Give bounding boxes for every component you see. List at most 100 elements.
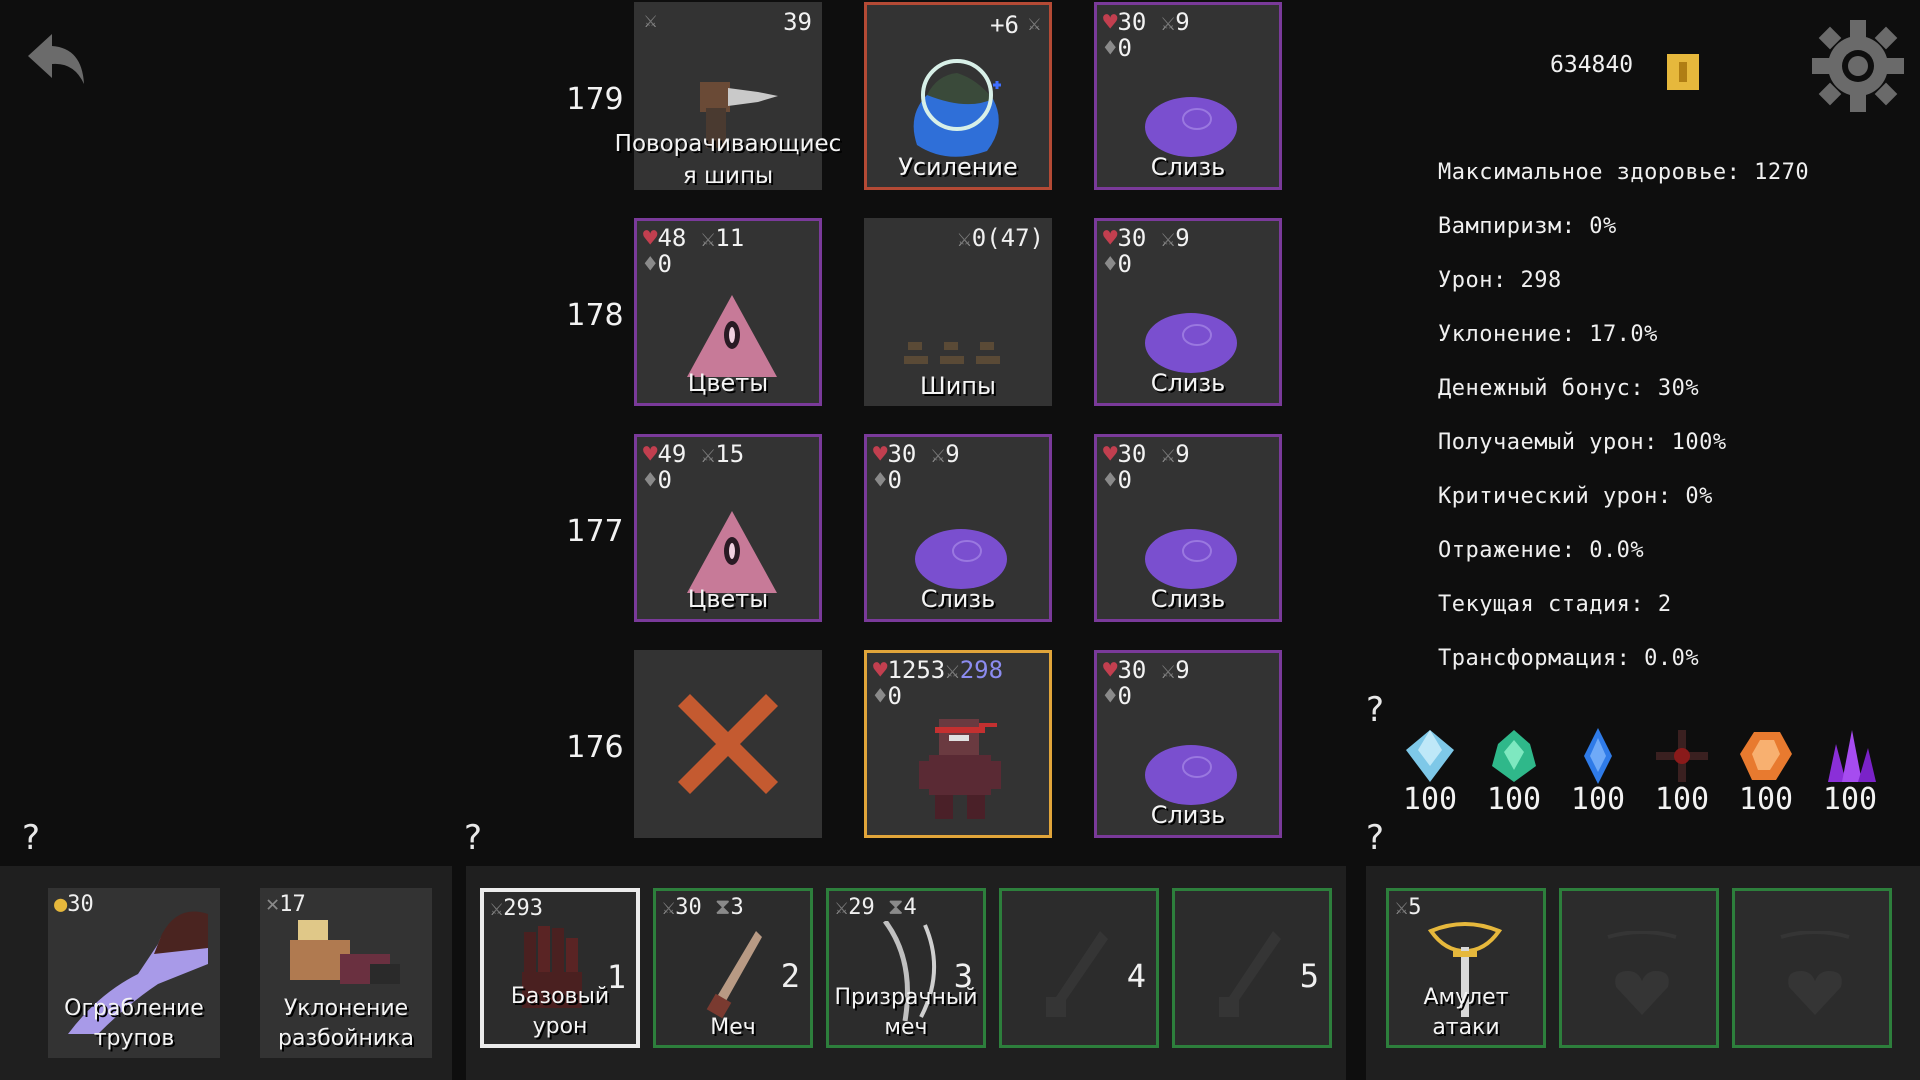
skill-rogue-dodge[interactable]: ✕17 Уклонение разбойника — [260, 888, 432, 1058]
heart-icon: ♥ — [873, 656, 888, 684]
gem-count: 100 — [1738, 782, 1794, 817]
help-button[interactable]: ? — [1366, 690, 1384, 730]
enemy-stats: ♥49 ⚔15 — [643, 440, 745, 468]
cell-label: Цветы — [687, 369, 769, 397]
cell-value: ⚔0(47) — [957, 224, 1044, 252]
shield-icon: ♦ — [1103, 682, 1118, 710]
cell-slime[interactable]: ♥30 ⚔9 ♦0 Слизь — [1094, 650, 1282, 838]
cell-cleared[interactable] — [634, 650, 822, 838]
shield-icon: ♦ — [873, 682, 888, 710]
slot-number: 5 — [1299, 957, 1319, 995]
enemy-defense: ♦0 — [1103, 34, 1132, 62]
sword-icon: ⚔ — [1160, 224, 1176, 252]
enemy-defense: ♦0 — [643, 466, 672, 494]
stat-vampirism: Вампиризм: 0% — [1438, 214, 1617, 239]
cell-boost[interactable]: +6 ⚔ Усиление — [864, 2, 1052, 190]
amulet-label: Амулет атаки — [1423, 985, 1509, 1040]
enemy-stats: ♥30 ⚔9 — [1103, 8, 1190, 36]
sword-icon: ⚔ — [1027, 11, 1041, 36]
cell-rotating-spikes[interactable]: ⚔ 39 Поворачивающиеся шипы — [615, 2, 841, 190]
slot-number: 4 — [1126, 957, 1146, 995]
cell-slime[interactable]: ♥30 ⚔9 ♦0 Слизь — [1094, 2, 1282, 190]
enemy-stats: ♥30 ⚔9 — [873, 440, 960, 468]
cell-player[interactable]: ♥1253⚔298 ♦0 — [864, 650, 1052, 838]
weapon-label: Базовый урон — [510, 984, 610, 1039]
amulet-slot-1[interactable]: ⚔5 Амулет атаки — [1386, 888, 1546, 1048]
weapon-label: Призрачный меч — [834, 985, 978, 1040]
shield-icon: ♦ — [1103, 466, 1118, 494]
sword-icon: ⚔ — [835, 895, 849, 920]
cell-flowers[interactable]: ♥49 ⚔15 ♦0 Цветы — [634, 434, 822, 622]
help-button[interactable]: ? — [1366, 818, 1384, 858]
weapon-slot-5[interactable]: 5 — [1172, 888, 1332, 1048]
shield-icon: ♦ — [1103, 250, 1118, 278]
slime-icon — [1145, 529, 1237, 589]
weapon-slot-4[interactable]: 4 — [999, 888, 1159, 1048]
gem-count: 100 — [1654, 782, 1710, 817]
help-button[interactable]: ? — [22, 818, 40, 858]
sword-icon: ⚔ — [644, 8, 658, 33]
slime-icon — [1145, 745, 1237, 805]
weapon-label: Меч — [710, 1015, 756, 1040]
gem-count: 100 — [1486, 782, 1542, 817]
cross-icon — [678, 694, 778, 794]
weapon-slot-2[interactable]: ⚔30 ⧗3 2 Меч — [653, 888, 813, 1048]
skill-label: Ограбление трупов — [64, 996, 204, 1051]
gem-count: 100 — [1402, 782, 1458, 817]
player-defense: ♦0 — [873, 682, 902, 710]
potion-icon — [913, 59, 1001, 157]
heart-icon: ♥ — [873, 440, 888, 468]
stat-reflection: Отражение: 0.0% — [1438, 538, 1645, 563]
empty-amulet-icon — [1607, 931, 1677, 1015]
heart-icon: ♥ — [1103, 8, 1118, 36]
stat-dodge: Уклонение: 17.0% — [1438, 322, 1658, 347]
cell-slime[interactable]: ♥30 ⚔9 ♦0 Слизь — [1094, 218, 1282, 406]
slot-number: 2 — [780, 957, 800, 995]
empty-sword-icon — [1219, 931, 1281, 1017]
cell-value: 39 — [783, 8, 812, 36]
back-button[interactable] — [22, 28, 92, 88]
cell-label: Усиление — [898, 153, 1018, 181]
weapon-stat: ⚔29 ⧗4 — [835, 895, 917, 920]
sword-icon: ⚔ — [1160, 656, 1176, 684]
weapon-slot-1[interactable]: ⚔293 1 Базовый урон — [480, 888, 640, 1048]
heart-icon: ♥ — [1103, 656, 1118, 684]
amulet-slot-3[interactable] — [1732, 888, 1892, 1048]
cell-slime[interactable]: ♥30 ⚔9 ♦0 Слизь — [1094, 434, 1282, 622]
sapphire-gem-icon — [1584, 728, 1612, 784]
sword-icon: ⚔ — [930, 440, 946, 468]
amulet-slot-2[interactable] — [1559, 888, 1719, 1048]
gem-count: 100 — [1822, 782, 1878, 817]
weapon-slot-3[interactable]: ⚔29 ⧗4 3 Призрачный меч — [826, 888, 986, 1048]
help-button[interactable]: ? — [464, 818, 482, 858]
slime-icon — [915, 529, 1007, 589]
enemy-defense: ♦0 — [1103, 250, 1132, 278]
sword-icon: ⚔ — [1160, 8, 1176, 36]
skill-corpse-looting[interactable]: ●30 Ограбление трупов — [48, 888, 220, 1058]
stat-damage-taken: Получаемый урон: 100% — [1438, 430, 1727, 455]
spikes-icon — [904, 342, 1000, 364]
shield-icon: ♦ — [643, 466, 658, 494]
gear-icon — [1812, 20, 1904, 112]
settings-gear-button[interactable] — [1810, 18, 1906, 114]
currency-amount: 634840 — [1550, 52, 1634, 78]
enemy-stats: ♥30 ⚔9 — [1103, 656, 1190, 684]
empty-sword-icon — [1046, 931, 1108, 1017]
heart-icon: ♥ — [643, 440, 658, 468]
cell-label: Поворачивающиеся шипы — [614, 131, 842, 189]
stat-current-stage: Текущая стадия: 2 — [1438, 592, 1672, 617]
shield-icon: ♦ — [1103, 34, 1118, 62]
cell-label: Слизь — [1150, 801, 1226, 829]
empty-amulet-icon — [1780, 931, 1850, 1015]
sword-icon: ⚔ — [700, 440, 716, 468]
player-stats: ♥1253⚔298 — [873, 656, 1004, 684]
enemy-stats: ♥30 ⚔9 — [1103, 224, 1190, 252]
heart-icon: ♥ — [1103, 440, 1118, 468]
cell-spikes[interactable]: ⚔0(47) Шипы — [864, 218, 1052, 406]
cell-flowers[interactable]: ♥48 ⚔11 ♦0 Цветы — [634, 218, 822, 406]
gem-count: 100 — [1570, 782, 1626, 817]
weapon-stat: ⚔30 ⧗3 — [662, 895, 744, 920]
sword-icon: ✕ — [266, 892, 280, 917]
cell-slime[interactable]: ♥30 ⚔9 ♦0 Слизь — [864, 434, 1052, 622]
cell-value: +6 — [990, 11, 1019, 39]
